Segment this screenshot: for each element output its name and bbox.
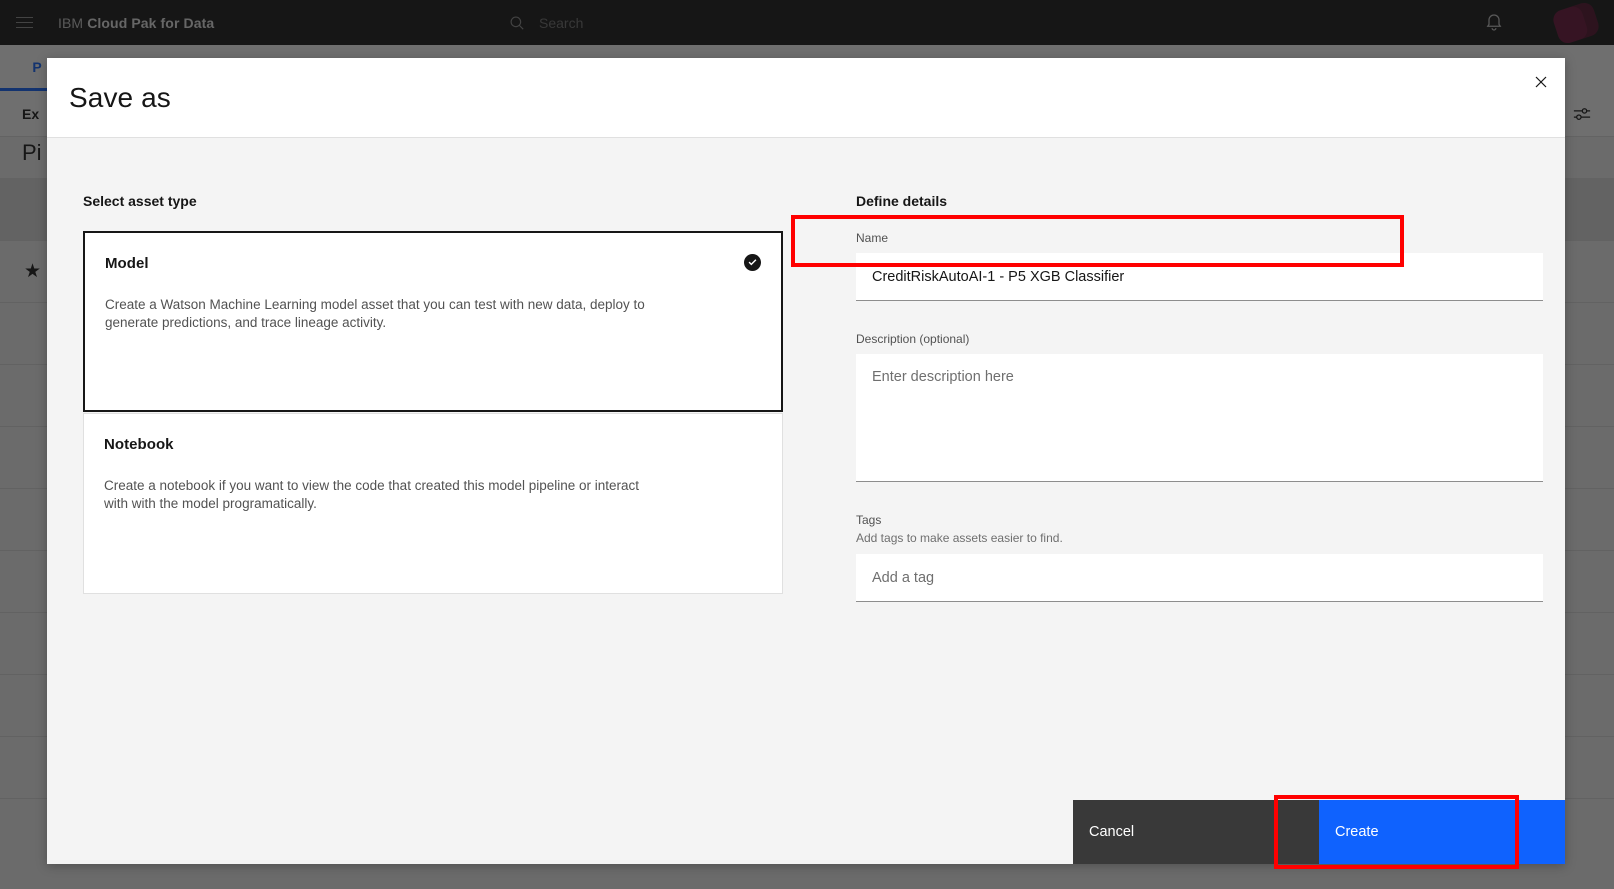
asset-card-notebook-title: Notebook [104,436,174,453]
description-field-label: Description (optional) [856,332,970,346]
checkmark-filled-icon [744,254,761,271]
tags-helper-text: Add tags to make assets easier to find. [856,531,1063,545]
modal-footer: Cancel Create [47,800,1565,864]
cancel-button[interactable]: Cancel [1073,800,1319,864]
asset-card-notebook[interactable]: Notebook Create a notebook if you want t… [83,413,783,594]
tags-input[interactable] [856,554,1543,602]
define-details-heading: Define details [856,193,948,209]
description-field-group: Description (optional) [856,332,1543,487]
close-x-glyph [1535,76,1547,88]
save-as-modal: Save as Select asset type Model Create a… [47,58,1565,864]
create-button[interactable]: Create [1319,800,1565,864]
asset-type-column: Select asset type Model Create a Watson … [83,193,843,800]
tags-field-group: Tags Add tags to make assets easier to f… [856,513,1543,602]
description-textarea[interactable] [856,354,1543,482]
name-field-group: Name [856,231,1543,301]
close-icon[interactable] [1517,58,1565,106]
modal-title: Save as [69,82,171,113]
asset-card-notebook-description: Create a notebook if you want to view th… [104,478,640,511]
name-field-label: Name [856,231,889,245]
asset-card-model-description: Create a Watson Machine Learning model a… [105,297,645,330]
define-details-column: Define details Name Description (optiona… [843,193,1543,800]
name-input[interactable] [856,253,1543,301]
tags-field-label: Tags [856,513,882,527]
asset-card-model-title: Model [105,255,149,272]
modal-header: Save as [47,58,1565,138]
select-asset-type-heading: Select asset type [83,193,197,209]
asset-card-model[interactable]: Model Create a Watson Machine Learning m… [83,231,783,412]
modal-body: Select asset type Model Create a Watson … [47,138,1565,800]
